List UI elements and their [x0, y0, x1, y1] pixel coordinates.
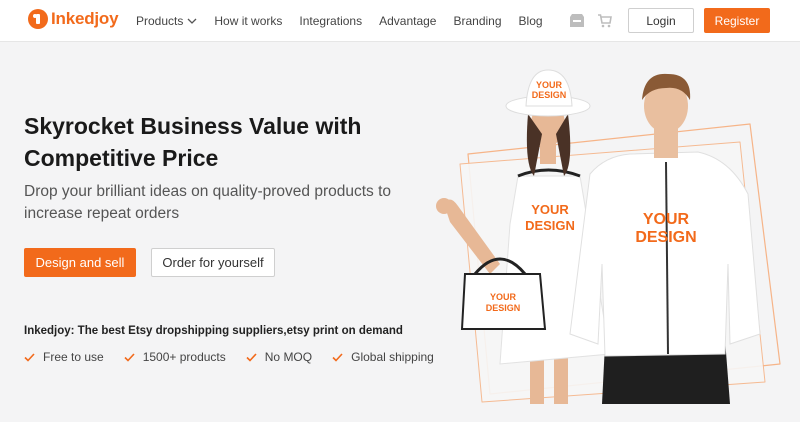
- nav-item-blog[interactable]: Blog: [519, 14, 543, 28]
- bag-print-line-1: YOUR: [490, 292, 517, 302]
- bag-print-line-2: DESIGN: [486, 303, 521, 313]
- nav-item-branding[interactable]: Branding: [453, 14, 501, 28]
- nav-item-advantage[interactable]: Advantage: [379, 14, 436, 28]
- feature-item: Free to use: [24, 350, 104, 364]
- chevron-down-icon: [187, 18, 197, 24]
- register-button[interactable]: Register: [704, 8, 770, 33]
- feature-list: Free to use 1500+ products No MOQ Global…: [24, 350, 454, 364]
- login-button[interactable]: Login: [628, 8, 694, 33]
- feature-label: Free to use: [43, 350, 104, 364]
- site-header: Inkedjoy Products How it works Integrati…: [0, 0, 800, 42]
- hat-print-line-2: DESIGN: [532, 90, 567, 100]
- feature-item: No MOQ: [246, 350, 312, 364]
- main-nav: Products How it works Integrations Advan…: [136, 0, 560, 42]
- hoodie-print-line-2: DESIGN: [635, 229, 696, 246]
- hoodie-print-line-1: YOUR: [643, 211, 690, 228]
- dress-print-line-2: DESIGN: [525, 218, 575, 233]
- logo-text: Inkedjoy: [51, 9, 119, 28]
- nav-item-products[interactable]: Products: [136, 14, 197, 28]
- feature-label: No MOQ: [264, 350, 313, 364]
- store-icon[interactable]: [569, 13, 585, 28]
- nav-item-how-it-works[interactable]: How it works: [214, 14, 282, 28]
- nav-item-integrations[interactable]: Integrations: [299, 14, 362, 28]
- feature-label: 1500+ products: [142, 350, 226, 364]
- nav-item-label: Products: [136, 14, 184, 28]
- logo-mark-icon: [28, 9, 48, 29]
- feature-label: Global shipping: [351, 350, 434, 364]
- hero-subtitle: Drop your brilliant ideas on quality-pro…: [24, 183, 392, 222]
- hero-illustration: YOUR DESIGN YOUR DESIGN YOUR DESIGN YOUR…: [436, 69, 781, 404]
- feature-item: 1500+ products: [124, 350, 226, 364]
- hero-title: Skyrocket Business Value with Competitiv…: [24, 113, 362, 171]
- check-icon: [332, 352, 343, 362]
- cart-icon[interactable]: [597, 13, 612, 28]
- dress-print-line-1: YOUR: [531, 202, 569, 217]
- check-icon: [246, 352, 257, 362]
- feature-item: Global shipping: [332, 350, 434, 364]
- design-and-sell-button[interactable]: Design and sell: [24, 248, 136, 277]
- hat-print-line-1: YOUR: [536, 80, 563, 90]
- logo[interactable]: Inkedjoy: [28, 9, 119, 29]
- order-for-yourself-button[interactable]: Order for yourself: [151, 248, 275, 277]
- hero-tagline: Inkedjoy: The best Etsy dropshipping sup…: [24, 325, 403, 337]
- check-icon: [24, 352, 35, 362]
- check-icon: [124, 352, 135, 362]
